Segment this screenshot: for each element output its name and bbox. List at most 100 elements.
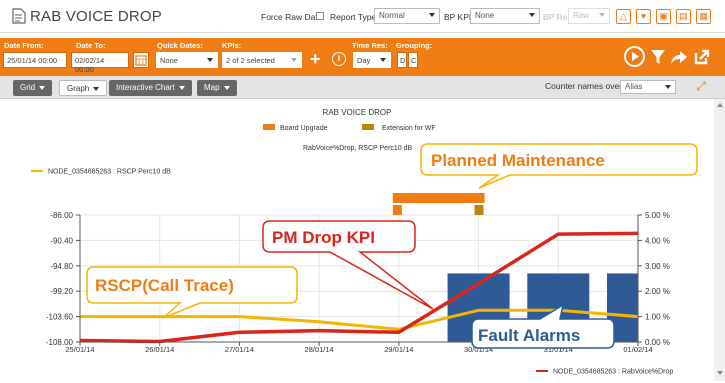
tab-interactive-chart[interactable]: Interactive Chart xyxy=(109,80,192,96)
counter-names-value: Alias xyxy=(625,82,643,91)
caret-down-icon xyxy=(93,86,100,91)
calendar-icon xyxy=(135,55,147,66)
quick-dates-label: Quick Dates: xyxy=(157,41,203,50)
bp-res-value: Raw xyxy=(573,11,590,20)
scroll-down-icon[interactable] xyxy=(717,371,723,375)
y-left-tick-label: -94.80 xyxy=(50,262,73,271)
y-left-tick-label: -103.60 xyxy=(46,313,74,322)
rscp-call-trace-label: RSCP(Call Trace) xyxy=(95,276,234,295)
legend-board-upgrade-swatch xyxy=(263,124,275,130)
export-excel-button[interactable]: ▤ xyxy=(676,9,691,24)
date-to-input[interactable]: 02/02/14 00:00 xyxy=(71,52,129,74)
expand-icon: ⤢ xyxy=(696,79,706,93)
delete-button[interactable]: ▦ xyxy=(696,9,711,24)
plus-icon: + xyxy=(310,49,321,69)
y-left-tick-label: -99.20 xyxy=(50,287,73,296)
bp-kpi-value: None xyxy=(475,11,495,20)
chart-subtitle: RabVoice%Drop, RSCP Perc10 dB xyxy=(303,145,413,152)
lock-icon: △ xyxy=(620,11,627,21)
report-document-icon xyxy=(12,8,26,24)
chevron-down-icon xyxy=(665,85,671,89)
date-picker-button[interactable] xyxy=(133,52,149,68)
y-right-tick-label: 1.00 % xyxy=(645,313,670,322)
heart-icon: ♥ xyxy=(640,11,647,21)
play-icon xyxy=(632,52,639,61)
chart-scrollbar[interactable] xyxy=(714,99,725,381)
fullscreen-button[interactable]: ⤢ xyxy=(692,79,710,95)
calendar-button[interactable]: ▣ xyxy=(656,9,671,24)
run-button[interactable] xyxy=(624,46,645,67)
bp-res-select[interactable]: Raw xyxy=(568,8,610,24)
tab-grid-label: Grid xyxy=(20,83,36,92)
external-link-icon xyxy=(694,49,710,65)
tab-interactive-chart-label: Interactive Chart xyxy=(116,83,175,92)
tab-grid[interactable]: Grid xyxy=(13,80,53,96)
tab-map-label: Map xyxy=(204,83,220,92)
pm-drop-kpi-label: PM Drop KPI xyxy=(272,228,375,247)
y-right-tick-label: 3.00 % xyxy=(645,262,670,271)
legend-drop: NODE_0354685263 : RabVoice%Drop xyxy=(553,369,673,376)
y-left-tick-label: -86.00 xyxy=(50,211,73,220)
legend-rscp: NODE_0354685263 : RSCP Perc10 dB xyxy=(48,169,171,176)
filter-button[interactable] xyxy=(650,48,666,66)
chart-area: RAB VOICE DROP Board Upgrade Extension f… xyxy=(0,99,725,381)
counter-names-label: Counter names over: xyxy=(545,81,625,91)
bp-kpi-select[interactable]: None xyxy=(470,8,540,24)
add-kpi-button[interactable]: + xyxy=(310,49,321,70)
x-tick-label: 25/01/14 xyxy=(65,345,94,354)
legend-extension-wf: Extension for WF xyxy=(382,125,436,132)
chevron-down-icon xyxy=(291,58,297,62)
kpi-info-button[interactable]: i xyxy=(332,52,346,66)
planned-maintenance-label: Planned Maintenance xyxy=(431,151,605,170)
tab-map[interactable]: Map xyxy=(197,80,237,96)
y-right-tick-label: 5.00 % xyxy=(645,211,670,220)
chevron-down-icon xyxy=(207,58,213,62)
unlock-button[interactable]: △ xyxy=(616,9,631,24)
time-res-select[interactable]: Day xyxy=(353,52,391,68)
open-external-button[interactable] xyxy=(693,48,711,66)
time-res-label: Time Res: xyxy=(352,41,388,50)
view-tab-bar: Grid Graph Interactive Chart Map Counter… xyxy=(0,76,725,99)
chevron-down-icon xyxy=(599,13,605,17)
tab-graph[interactable]: Graph xyxy=(59,80,108,96)
caret-down-icon xyxy=(39,85,46,90)
grouping-d-toggle[interactable]: D xyxy=(397,52,407,68)
filter-bar: Date From: 25/01/14 00:00 Date To: 02/02… xyxy=(0,38,725,76)
board-upgrade-event-marker xyxy=(392,205,402,215)
report-type-label: Report Type: xyxy=(330,12,379,22)
report-type-value: Normal xyxy=(379,11,405,20)
y-left-tick-label: -90.40 xyxy=(50,236,73,245)
report-type-select[interactable]: Normal xyxy=(374,8,440,24)
share-button[interactable] xyxy=(670,48,688,66)
quick-dates-select[interactable]: None xyxy=(156,52,218,68)
fault-alarms-label: Fault Alarms xyxy=(478,326,580,345)
legend-board-upgrade: Board Upgrade xyxy=(280,125,328,132)
x-tick-label: 27/01/14 xyxy=(225,345,254,354)
date-from-input[interactable]: 25/01/14 00:00 xyxy=(3,52,67,68)
scroll-up-icon[interactable] xyxy=(717,103,723,107)
force-raw-checkbox[interactable] xyxy=(316,12,324,20)
counter-names-select[interactable]: Alias xyxy=(620,80,676,94)
share-arrow-icon xyxy=(671,51,687,64)
kpis-label: KPIs: xyxy=(222,41,242,50)
calendar-icon: ▣ xyxy=(659,11,668,21)
line-chart: RAB VOICE DROP Board Upgrade Extension f… xyxy=(31,108,698,376)
favorite-button[interactable]: ♥ xyxy=(636,9,651,24)
force-raw-label: Force Raw Data xyxy=(261,12,323,22)
excel-icon: ▤ xyxy=(679,11,688,21)
x-tick-label: 28/01/14 xyxy=(305,345,334,354)
kpis-select[interactable]: 2 of 2 selected xyxy=(222,52,302,68)
y-right-tick-label: 2.00 % xyxy=(645,287,670,296)
caret-down-icon xyxy=(178,85,185,90)
grouping-c-toggle[interactable]: C xyxy=(408,52,418,68)
planned-maintenance-callout: Planned Maintenance xyxy=(420,143,698,189)
date-to-label: Date To: xyxy=(76,41,106,50)
x-tick-label: 29/01/14 xyxy=(384,345,413,354)
x-tick-label: 26/01/14 xyxy=(145,345,174,354)
caret-down-icon xyxy=(223,85,230,90)
chart-title: RAB VOICE DROP xyxy=(323,108,392,117)
tab-graph-label: Graph xyxy=(67,84,90,93)
y-right-tick-label: 4.00 % xyxy=(645,236,670,245)
kpis-value: 2 of 2 selected xyxy=(226,56,275,65)
quick-dates-value: None xyxy=(160,56,178,65)
